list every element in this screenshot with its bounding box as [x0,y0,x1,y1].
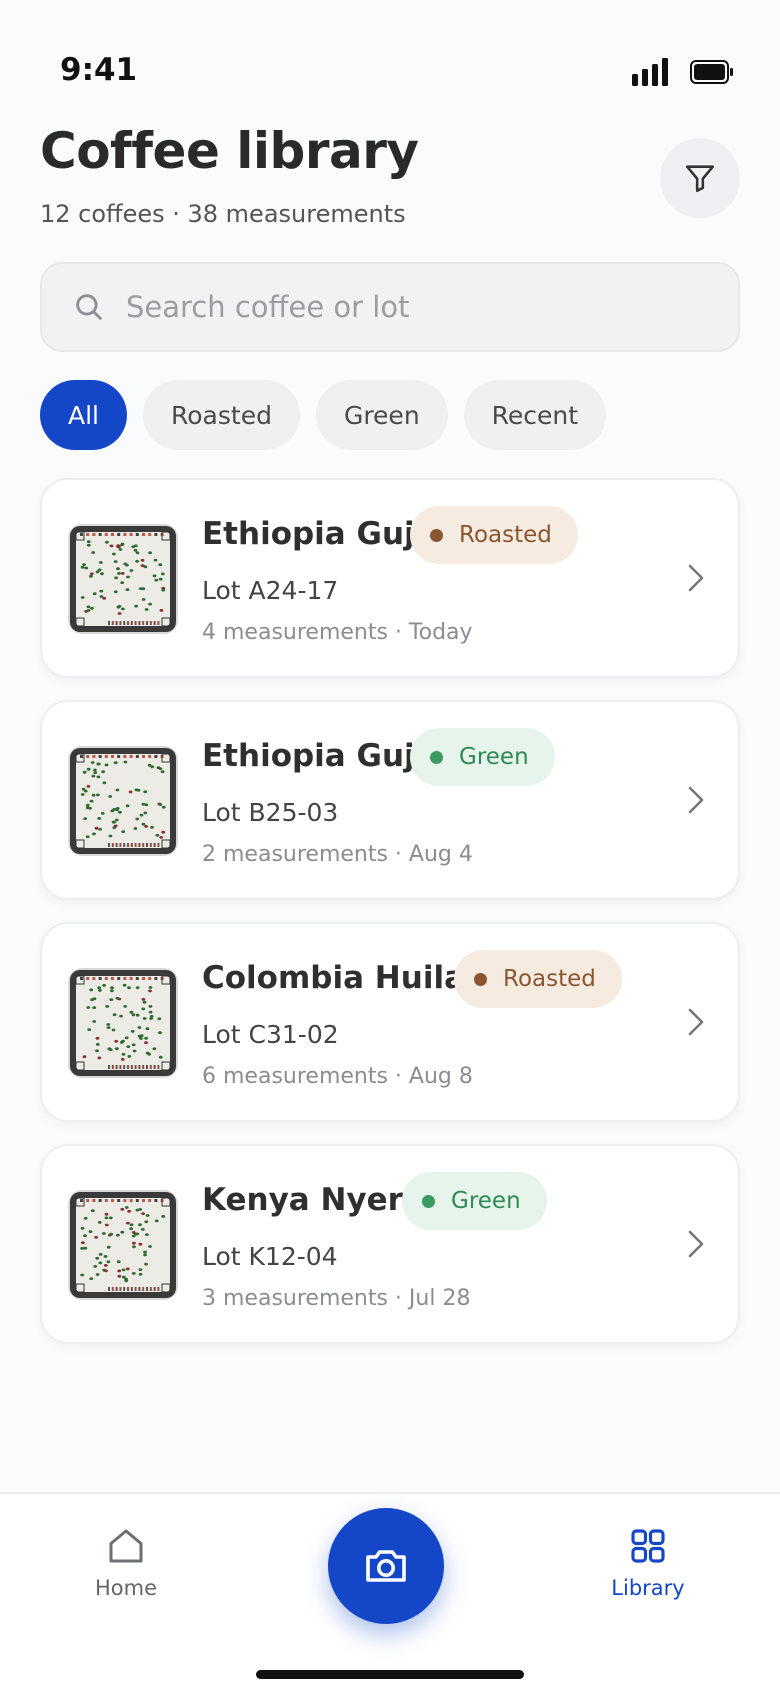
status-label: Green [459,744,529,770]
status-badge: Green [410,728,555,786]
measurement-meta: 3 measurements · Jul 28 [202,1286,471,1311]
coffee-name: Ethiopia Guji [202,738,426,774]
coffee-card[interactable]: Kenya Nyeri Green Lot K12-04 3 measureme… [40,1144,740,1344]
chip-all[interactable]: All [40,380,127,450]
coffee-thumbnail [68,524,178,634]
chip-roasted[interactable]: Roasted [143,380,300,450]
status-badge: Roasted [410,506,578,564]
status-dot-icon [474,972,487,986]
chip-green[interactable]: Green [315,380,448,450]
status-badge: Green [402,1172,547,1230]
measurement-meta: 4 measurements · Today [202,620,473,645]
tab-home[interactable]: Home [46,1526,206,1600]
lot-number: Lot B25-03 [202,798,339,827]
status-label: Roasted [503,966,596,992]
search-input[interactable] [126,290,686,324]
measurement-meta: 2 measurements · Aug 4 [202,842,473,867]
lot-number: Lot C31-02 [202,1020,339,1049]
tab-library-label: Library [611,1576,685,1600]
status-label: Roasted [459,522,552,548]
coffee-card[interactable]: Ethiopia Guji Roasted Lot A24-17 4 measu… [40,478,740,678]
chevron-right-icon [688,786,704,814]
lot-number: Lot K12-04 [202,1242,338,1271]
home-indicator [256,1670,524,1679]
signal-strength-icon [632,58,668,86]
measurement-meta: 6 measurements · Aug 8 [202,1064,473,1089]
coffee-name: Ethiopia Guji [202,516,426,552]
status-dot-icon [430,750,443,764]
page-subtitle: 12 coffees · 38 measurements [40,200,406,228]
status-time: 9:41 [60,52,138,88]
lot-number: Lot A24-17 [202,576,339,605]
tab-library[interactable]: Library [568,1526,728,1600]
coffee-thumbnail [68,746,178,856]
home-icon [109,1529,143,1563]
status-dot-icon [430,528,443,542]
chevron-right-icon [688,564,704,592]
search-bar[interactable] [40,262,740,352]
grid-icon [631,1529,665,1563]
status-bar: 9:41 [0,0,780,110]
chip-recent[interactable]: Recent [463,380,607,450]
search-icon [76,294,102,320]
camera-icon [366,1550,406,1582]
tab-home-label: Home [94,1576,157,1600]
filter-button[interactable] [660,138,740,218]
coffee-card[interactable]: Colombia Huila Roasted Lot C31-02 6 meas… [40,922,740,1122]
filter-funnel-icon [685,165,715,193]
chevron-right-icon [688,1230,704,1258]
status-dot-icon [422,1194,435,1208]
page-title: Coffee library [40,122,419,180]
coffee-name: Colombia Huila [202,960,465,996]
filter-chips: All Roasted Green Recent [40,380,607,450]
coffee-name: Kenya Nyeri [202,1182,414,1218]
coffee-thumbnail [68,1190,178,1300]
camera-capture-button[interactable] [328,1508,444,1624]
status-label: Green [451,1188,521,1214]
coffee-card[interactable]: Ethiopia Guji Green Lot B25-03 2 measure… [40,700,740,900]
chevron-right-icon [688,1008,704,1036]
status-badge: Roasted [454,950,622,1008]
coffee-thumbnail [68,968,178,1078]
battery-icon [690,60,733,84]
